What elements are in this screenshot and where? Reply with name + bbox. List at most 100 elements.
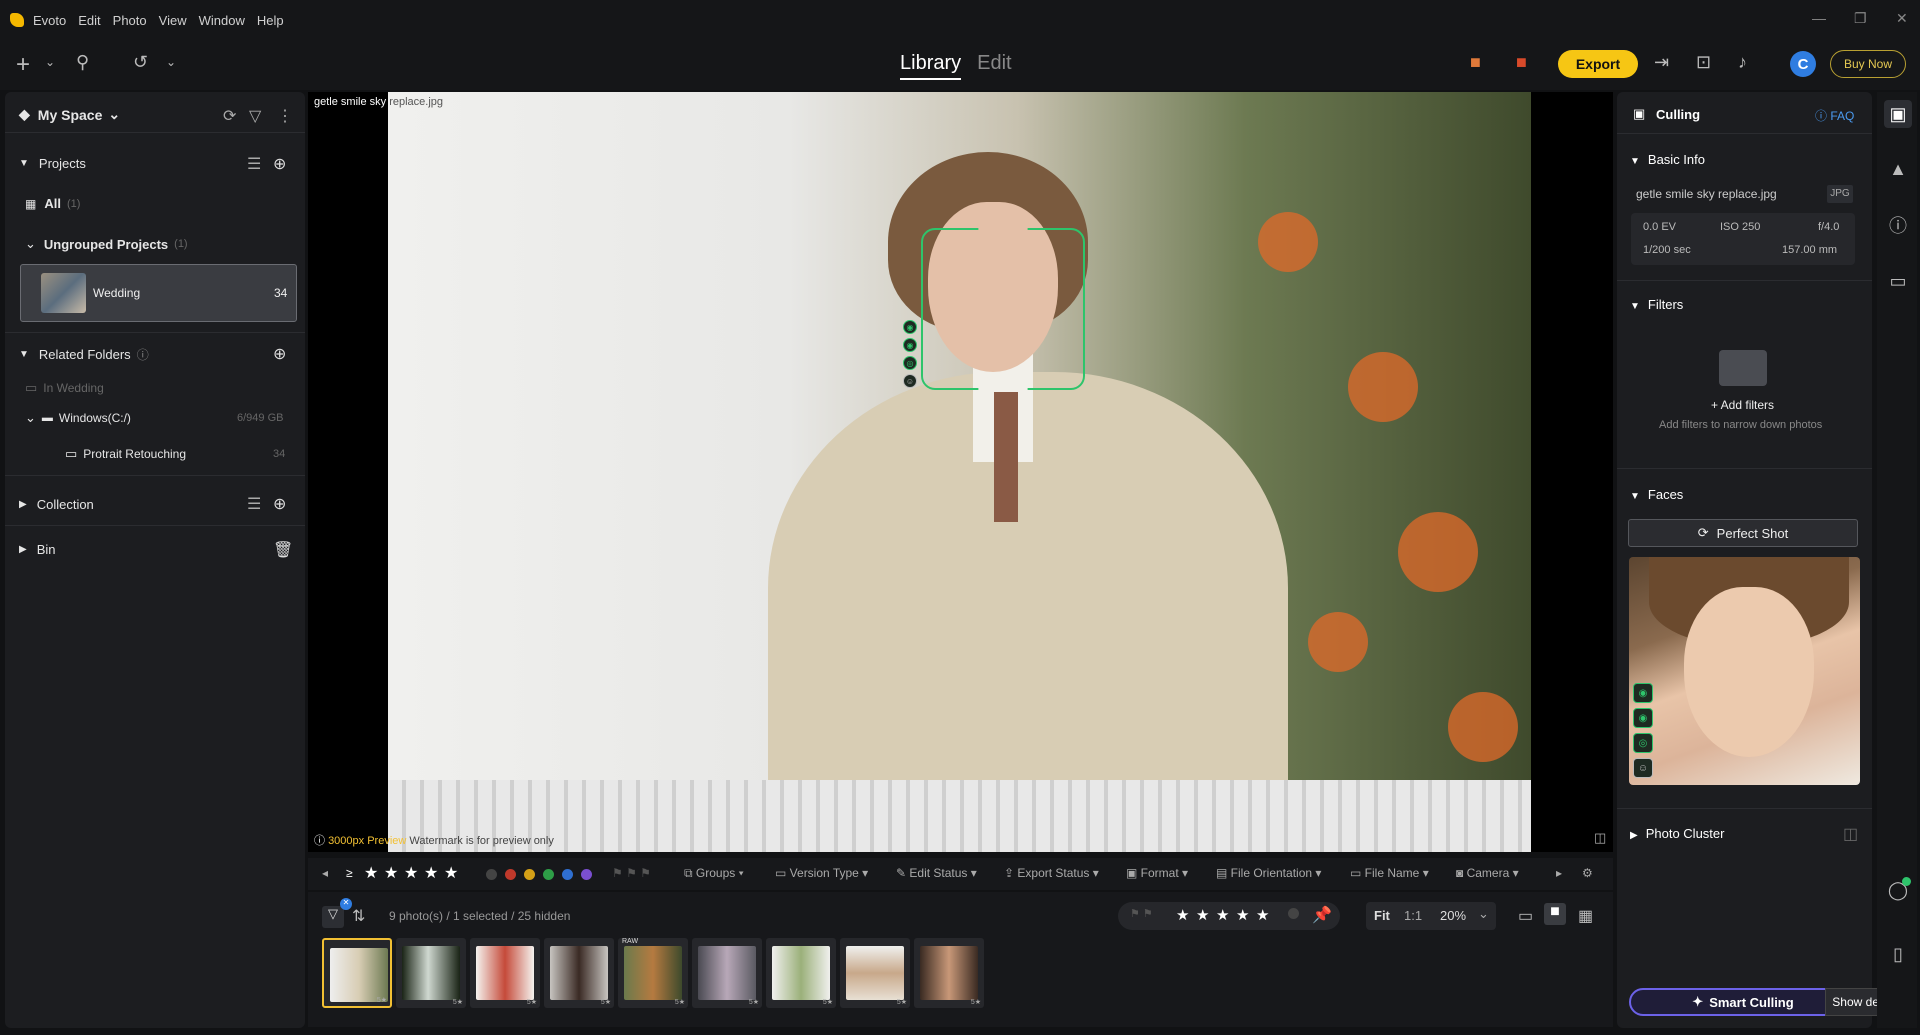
faces-header[interactable]: ▼ Faces (1630, 487, 1683, 502)
label-red-dot[interactable] (505, 869, 516, 880)
clear-filter-icon[interactable]: ✕ (340, 898, 352, 910)
format-filter[interactable]: ▣ Format ▾ (1126, 866, 1188, 880)
sort-icon[interactable]: ☰ (247, 494, 261, 514)
basic-info-header[interactable]: ▼ Basic Info (1630, 152, 1705, 167)
undo-icon[interactable]: ↺ (133, 52, 148, 73)
ungrouped-projects-header[interactable]: ⌄ Ungrouped Projects (1) (25, 236, 325, 252)
menu-photo[interactable]: Photo (113, 13, 147, 28)
add-collection-icon[interactable]: ⊕ (273, 494, 286, 514)
next-arrow-icon[interactable]: ▸ (1556, 866, 1562, 880)
chevron-down-icon[interactable]: ⌄ (45, 55, 55, 69)
face-crop[interactable]: ◉ ◉ ◎ ☺ (1629, 557, 1860, 785)
filmstrip-item[interactable]: 5★ (544, 938, 614, 1008)
help-icon[interactable]: ⓘ (137, 346, 149, 363)
label-blue-dot[interactable] (562, 869, 573, 880)
version-type-filter[interactable]: ▭ Version Type ▾ (775, 866, 868, 880)
filmstrip-item[interactable]: 5★ (914, 938, 984, 1008)
close-icon[interactable]: ✕ (1896, 10, 1908, 27)
project-wedding[interactable]: Wedding 34 (20, 264, 297, 322)
prev-arrow-icon[interactable]: ◂ (322, 866, 328, 880)
menu-window[interactable]: Window (199, 13, 245, 28)
photo-cluster-header[interactable]: ▶ Photo Cluster (1630, 826, 1724, 841)
star-icon[interactable]: ★ (424, 863, 438, 883)
culling-rail-icon[interactable]: ▣ (1884, 100, 1912, 128)
search-icon[interactable]: ⚲ (76, 52, 89, 73)
filter-toggle-icon[interactable]: ▽ (322, 906, 344, 928)
rate-star-icon[interactable]: ★ (1236, 906, 1249, 924)
undo-history-chevron-icon[interactable]: ⌄ (166, 55, 176, 69)
trash-icon[interactable]: 🗑 (273, 540, 293, 560)
rate-star-icon[interactable]: ★ (1256, 906, 1269, 924)
menu-view[interactable]: View (159, 13, 187, 28)
menu-edit[interactable]: Edit (78, 13, 100, 28)
add-project-icon[interactable]: ⊕ (273, 154, 286, 174)
promo-icon[interactable]: ■ (1516, 52, 1527, 73)
my-space-header[interactable]: ◆ My Space ⌄ (19, 106, 319, 123)
filmstrip-item[interactable]: 5★ (766, 938, 836, 1008)
filter-icon[interactable]: ▽ (249, 106, 261, 126)
star-icon[interactable]: ★ (404, 863, 418, 883)
add-icon[interactable]: + (16, 51, 30, 79)
import-icon[interactable]: ⇥ (1654, 52, 1669, 73)
filmstrip-item[interactable]: 5★ (470, 938, 540, 1008)
filmstrip-item[interactable]: 5★ (840, 938, 910, 1008)
avatar[interactable]: C (1790, 51, 1816, 77)
filters-header[interactable]: ▼ Filters (1630, 297, 1683, 312)
cluster-toggle-icon[interactable]: ◫ (1843, 824, 1858, 844)
add-filters-button[interactable]: + Add filters (1711, 398, 1774, 412)
star-icon[interactable]: ★ (364, 863, 378, 883)
sync-icon[interactable]: ⟳ (223, 106, 236, 126)
file-name-filter[interactable]: ▭ File Name ▾ (1350, 866, 1429, 880)
buy-now-button[interactable]: Buy Now (1830, 50, 1906, 78)
groups-filter[interactable]: ⧉ Groups ▾ (684, 866, 744, 881)
label-green-dot[interactable] (543, 869, 554, 880)
sidebar-item-all[interactable]: ▦ All (1) (25, 196, 325, 211)
label-none-dot[interactable] (486, 869, 497, 880)
orientation-filter[interactable]: ▤ File Orientation ▾ (1216, 866, 1321, 880)
sort-icon[interactable]: ☰ (247, 154, 261, 174)
rate-star-icon[interactable]: ★ (1196, 906, 1209, 924)
in-wedding-folder[interactable]: ▭ In Wedding (25, 380, 325, 396)
export-button[interactable]: Export (1558, 50, 1638, 78)
zoom-fit[interactable]: Fit (1374, 908, 1390, 923)
edit-status-filter[interactable]: ✎ Edit Status ▾ (896, 866, 977, 880)
tab-edit[interactable]: Edit (977, 52, 1011, 80)
settings-icon[interactable]: ⚙ (1582, 866, 1593, 880)
info-rail-icon[interactable]: ⓘ (1884, 211, 1912, 239)
star-icon[interactable]: ★ (444, 863, 458, 883)
zoom-value[interactable]: 20% (1440, 908, 1466, 923)
filmstrip-item[interactable]: 5★ (396, 938, 466, 1008)
menu-help[interactable]: Help (257, 13, 284, 28)
gift-icon[interactable]: ⊡ (1696, 52, 1711, 73)
export-status-filter[interactable]: ⇪ Export Status ▾ (1004, 866, 1099, 880)
add-folder-icon[interactable]: ⊕ (273, 344, 286, 364)
flag-icons[interactable]: ⚑ ⚑ ⚑ (612, 866, 651, 880)
maximize-icon[interactable]: ❐ (1854, 10, 1867, 27)
compare-view-icon[interactable]: ▭ (1518, 906, 1533, 926)
rating-operator[interactable]: ≥ (346, 866, 353, 880)
color-label-dot[interactable] (1288, 908, 1299, 919)
slideshow-rail-icon[interactable]: ▭ (1884, 267, 1912, 295)
rate-star-icon[interactable]: ★ (1216, 906, 1229, 924)
book-rail-icon[interactable]: ▯ (1884, 940, 1912, 968)
flag-icons[interactable]: ⚑ ⚑ (1130, 907, 1153, 920)
tab-library[interactable]: Library (900, 52, 962, 80)
minimize-icon[interactable]: — (1812, 10, 1826, 26)
people-rail-icon[interactable]: ▲ (1884, 155, 1912, 183)
rate-star-icon[interactable]: ★ (1176, 906, 1189, 924)
menu-evoto[interactable]: Evoto (33, 13, 66, 28)
chevron-down-icon[interactable]: ⌄ (1478, 906, 1489, 922)
label-yellow-dot[interactable] (524, 869, 535, 880)
faq-link[interactable]: ⓘ FAQ (1815, 107, 1854, 124)
grid-view-icon[interactable]: ▦ (1578, 906, 1593, 926)
gift-box-icon[interactable]: ■ (1470, 52, 1481, 73)
more-icon[interactable]: ⋮ (277, 106, 293, 126)
zoom-one-to-one[interactable]: 1:1 (1404, 908, 1422, 923)
star-icon[interactable]: ★ (384, 863, 398, 883)
smart-culling-button[interactable]: ✦ Smart Culling (1629, 988, 1857, 1016)
pin-icon[interactable]: 📌 (1312, 905, 1332, 925)
filmstrip-item[interactable]: 5★ (322, 938, 392, 1008)
perfect-shot-button[interactable]: ⟳ Perfect Shot (1628, 519, 1858, 547)
camera-filter[interactable]: ◙ Camera ▾ (1456, 866, 1519, 880)
bell-icon[interactable]: ♪ (1738, 52, 1747, 73)
